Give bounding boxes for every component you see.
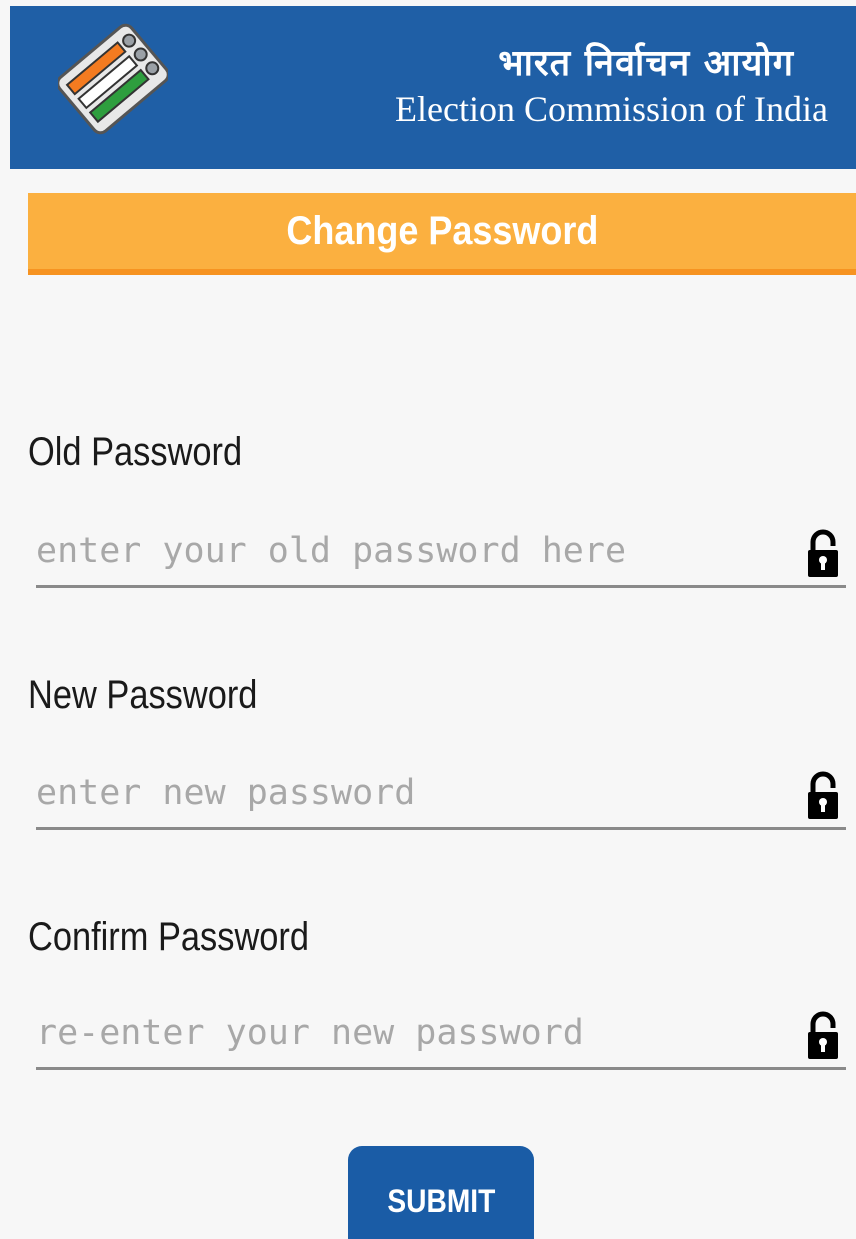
- old-password-field: [36, 518, 846, 588]
- confirm-password-underline: [36, 1067, 846, 1070]
- new-password-field: [36, 760, 846, 830]
- new-password-input[interactable]: [36, 760, 776, 826]
- org-name-english: Election Commission of India: [395, 89, 828, 129]
- submit-button-label: SUBMIT: [387, 1182, 495, 1219]
- ballot-box-logo-icon: [58, 23, 168, 135]
- old-password-input[interactable]: [36, 518, 776, 584]
- app-header: भारत निर्वाचन आयोग Election Commission o…: [10, 6, 856, 169]
- lock-icon[interactable]: [806, 770, 840, 820]
- old-password-underline: [36, 585, 846, 588]
- confirm-password-label: Confirm Password: [28, 915, 310, 959]
- confirm-password-field: [36, 1000, 846, 1070]
- lock-icon[interactable]: [806, 1010, 840, 1060]
- confirm-password-input[interactable]: [36, 1000, 776, 1066]
- lock-icon[interactable]: [806, 528, 840, 578]
- submit-button[interactable]: SUBMIT: [348, 1146, 534, 1239]
- new-password-label: New Password: [28, 673, 258, 717]
- new-password-underline: [36, 827, 846, 830]
- old-password-label: Old Password: [28, 430, 243, 474]
- page-title: Change Password: [285, 208, 599, 253]
- org-name-hindi: भारत निर्वाचन आयोग: [498, 42, 794, 84]
- page-title-bar: Change Password: [28, 193, 856, 275]
- header-text: भारत निर्वाचन आयोग Election Commission o…: [395, 40, 828, 132]
